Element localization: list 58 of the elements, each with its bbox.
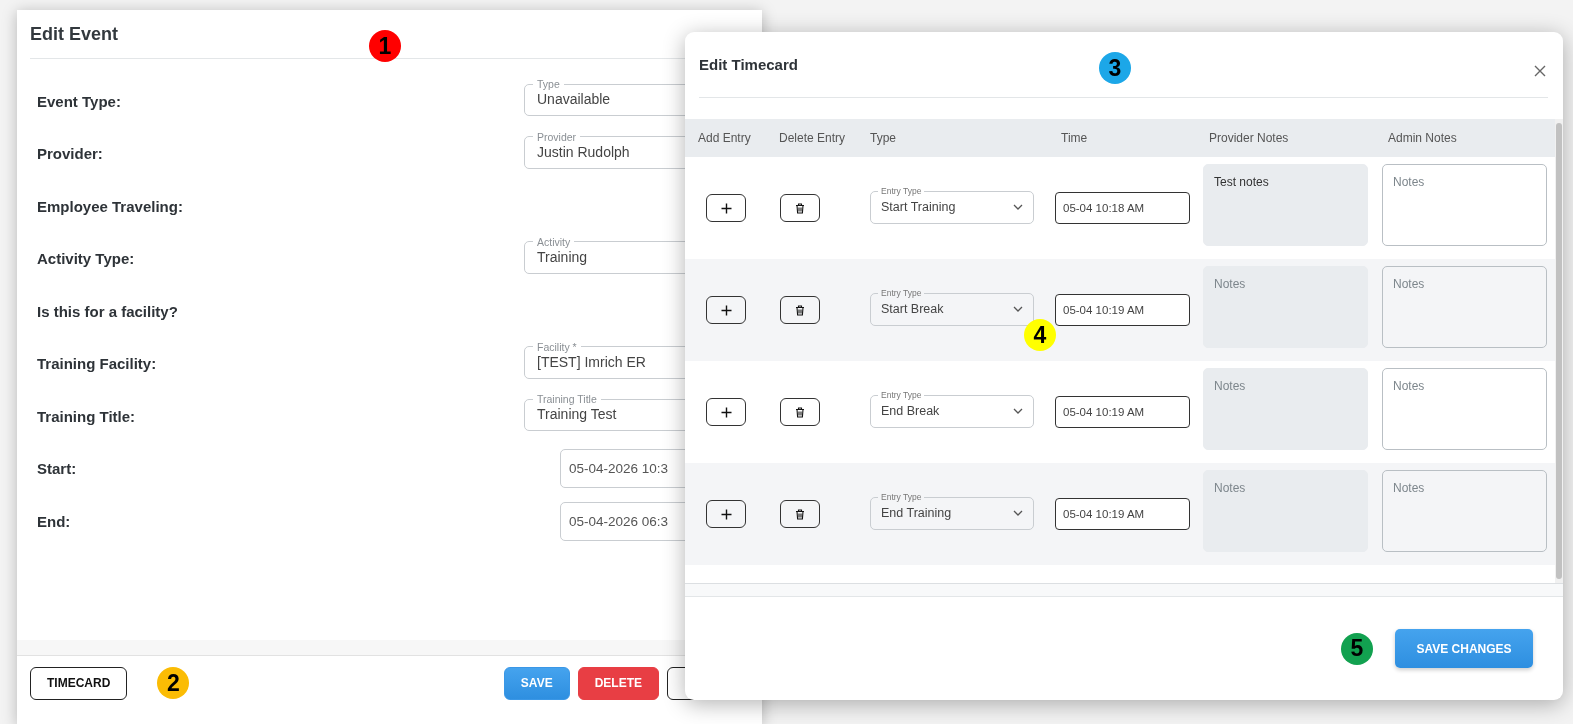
timecard-button[interactable]: TIMECARD — [30, 666, 128, 700]
plus-icon — [720, 508, 732, 520]
admin-notes-field[interactable]: Notes — [1382, 266, 1547, 348]
column-header: Admin Notes — [1388, 131, 1457, 145]
time-field[interactable]: 05-04 10:19 AM — [1055, 498, 1190, 530]
close-icon[interactable] — [1534, 65, 1546, 77]
delete-entry-button[interactable] — [780, 500, 820, 528]
delete-button[interactable]: DELETE — [577, 666, 659, 700]
select-field[interactable]: Entry Type End Training — [870, 492, 1034, 530]
field-label: Employee Traveling: — [37, 197, 183, 215]
select-field[interactable]: Entry Type Start Break — [870, 288, 1034, 326]
field-label: Is this for a facility? — [37, 302, 178, 320]
delete-entry-button[interactable] — [780, 398, 820, 426]
scrollbar[interactable] — [1555, 119, 1563, 583]
trash-icon — [795, 406, 805, 418]
trash-icon — [795, 508, 805, 520]
plus-icon — [720, 202, 732, 214]
time-field[interactable]: 05-04 10:19 AM — [1055, 294, 1190, 326]
plus-icon — [720, 304, 732, 316]
delete-entry-button[interactable] — [780, 194, 820, 222]
callout-marker: 1 — [369, 30, 401, 62]
trash-icon — [795, 202, 805, 214]
callout-marker: 5 — [1341, 632, 1373, 665]
field-label: Start: — [37, 460, 77, 478]
column-header: Add Entry — [698, 131, 751, 145]
callout-marker: 3 — [1099, 52, 1131, 84]
chevron-down-icon — [1013, 306, 1023, 312]
callout-marker: 2 — [157, 667, 190, 699]
time-field[interactable]: 05-04 10:18 AM — [1055, 192, 1190, 224]
field-label: Provider: — [37, 145, 103, 163]
select-field[interactable]: Entry Type Start Training — [870, 186, 1034, 224]
column-header: Delete Entry — [779, 131, 846, 145]
column-header: Time — [1061, 131, 1088, 145]
chevron-down-icon — [1013, 204, 1023, 210]
chevron-down-icon — [1013, 408, 1023, 414]
column-header: Provider Notes — [1209, 131, 1289, 145]
field-label: Activity Type: — [37, 250, 135, 268]
add-entry-button[interactable] — [706, 398, 746, 426]
select-field[interactable]: Entry Type End Break — [870, 390, 1034, 428]
field-label: Training Title: — [37, 407, 136, 425]
plus-icon — [720, 406, 732, 418]
chevron-down-icon — [1013, 510, 1023, 516]
admin-notes-field[interactable]: Notes — [1382, 368, 1547, 450]
field-label: Training Facility: — [37, 355, 157, 373]
provider-notes-field[interactable]: Test notes — [1203, 164, 1368, 246]
field-label: Event Type: — [37, 92, 121, 110]
time-field[interactable]: 05-04 10:19 AM — [1055, 396, 1190, 428]
dialog-title: Edit Event — [30, 23, 118, 45]
trash-icon — [795, 304, 805, 316]
column-header: Type — [870, 131, 896, 145]
add-entry-button[interactable] — [706, 500, 746, 528]
dialog-title: Edit Timecard — [699, 56, 798, 73]
add-entry-button[interactable] — [706, 194, 746, 222]
admin-notes-field[interactable]: Notes — [1382, 470, 1547, 552]
delete-entry-button[interactable] — [780, 296, 820, 324]
field-label: End: — [37, 512, 71, 530]
admin-notes-field[interactable]: Notes — [1382, 164, 1547, 246]
add-entry-button[interactable] — [706, 296, 746, 324]
